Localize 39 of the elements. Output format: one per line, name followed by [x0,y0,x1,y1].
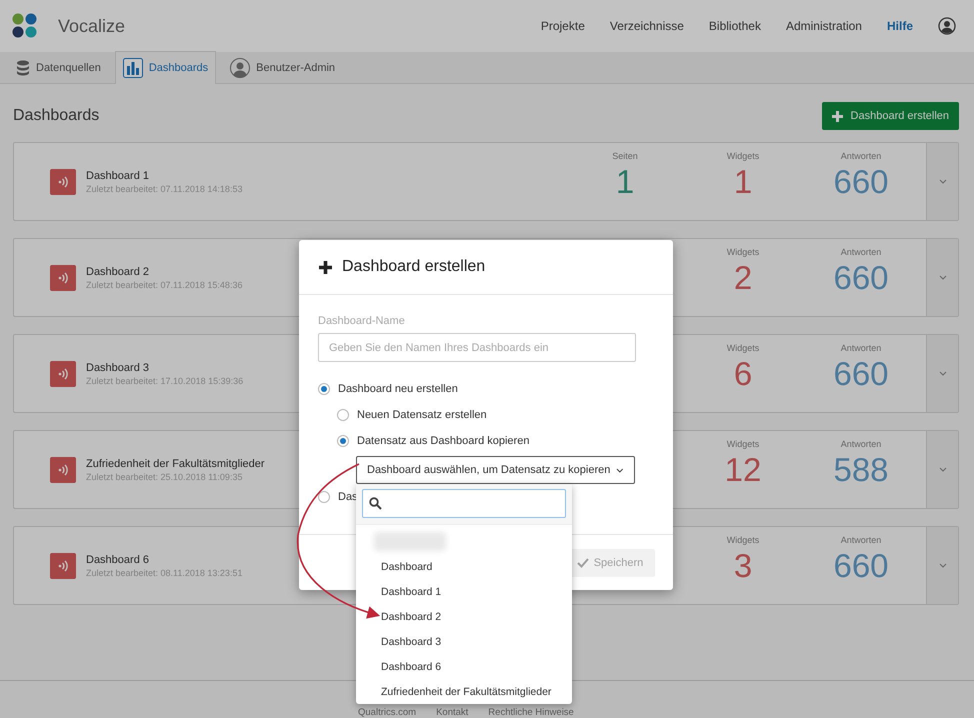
last-edited: Zuletzt bearbeitet: 17.10.2018 15:39:36 [86,376,244,386]
stat-value: 1 [616,163,634,201]
last-edited: Zuletzt bearbeitet: 25.10.2018 11:09:35 [86,472,244,482]
last-edited: Zuletzt bearbeitet: 07.11.2018 15:48:36 [86,280,242,290]
dialog-title: Dashboard erstellen [342,258,486,276]
stat-value: 3 [734,547,752,585]
dashboard-name: Zufriedenheit der Fakultätsmitglieder [86,458,265,470]
stat-label: Antworten [840,535,882,545]
stat-value: 12 [724,451,762,489]
stat-label: Widgets [726,535,760,545]
app-name: Vocalize [58,16,126,36]
dashboard-name: Dashboard 1 [86,170,150,182]
stat-value: 1 [734,163,752,201]
stat-label: Antworten [840,151,882,161]
field-label: Dashboard-Name [318,315,406,327]
option-label: Neuen Datensatz erstellen [357,409,487,421]
last-edited: Zuletzt bearbeitet: 08.11.2018 13:23:51 [86,568,242,578]
dashboard-name: Dashboard 2 [86,266,150,278]
stat-value: 588 [833,451,889,489]
option-label: Datensatz aus Dashboard kopieren [357,435,530,447]
stat-label: Seiten [612,151,638,161]
stat-label: Antworten [840,343,882,353]
last-edited: Zuletzt bearbeitet: 07.11.2018 14:18:53 [86,184,242,194]
option-label: Dashboard neu erstellen [338,383,458,395]
stat-value: 6 [734,355,752,393]
stat-value: 660 [833,547,889,585]
dashboard-name: Dashboard 3 [86,362,150,374]
stat-value: 660 [833,163,889,201]
page-title: Dashboards [13,107,100,125]
stat-label: Antworten [840,439,882,449]
stat-label: Antworten [840,247,882,257]
stat-label: Widgets [726,343,760,353]
stat-value: 660 [833,355,889,393]
stat-label: Widgets [726,151,760,161]
stat-label: Widgets [726,247,760,257]
dashboard-name: Dashboard 6 [86,554,150,566]
stat-value: 660 [833,259,889,297]
stat-value: 2 [734,259,752,297]
stat-label: Widgets [726,439,760,449]
